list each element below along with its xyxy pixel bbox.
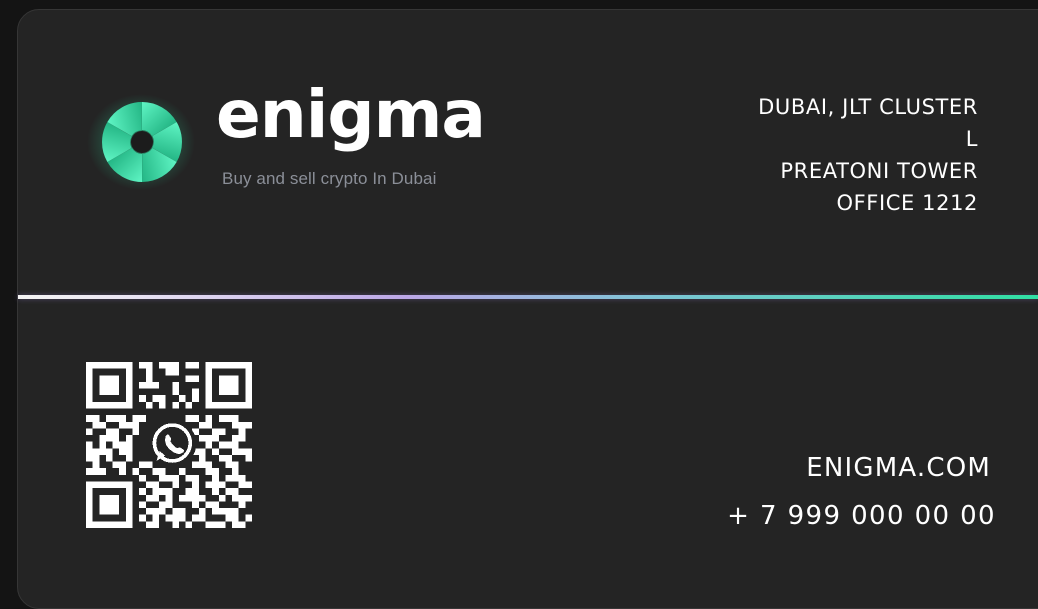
qr-code[interactable] — [86, 362, 252, 528]
address-line: L — [965, 127, 978, 151]
aperture-logo-icon — [86, 92, 196, 192]
whatsapp-icon — [148, 419, 197, 468]
address-line: OFFICE 1212 — [836, 191, 978, 215]
website-link[interactable]: ENIGMA.COM — [806, 453, 991, 483]
brand-tagline: Buy and sell crypto In Dubai — [222, 169, 437, 188]
gradient-divider — [18, 295, 1038, 299]
address-line: PREATONI TOWER — [780, 159, 978, 183]
address-block: DUBAI, JLT CLUSTER L PREATONI TOWER OFFI… — [758, 91, 978, 219]
phone-number[interactable]: + 7 999 000 00 00 — [727, 501, 996, 531]
brand-name: enigma — [216, 76, 486, 153]
address-line: DUBAI, JLT CLUSTER — [758, 95, 978, 119]
